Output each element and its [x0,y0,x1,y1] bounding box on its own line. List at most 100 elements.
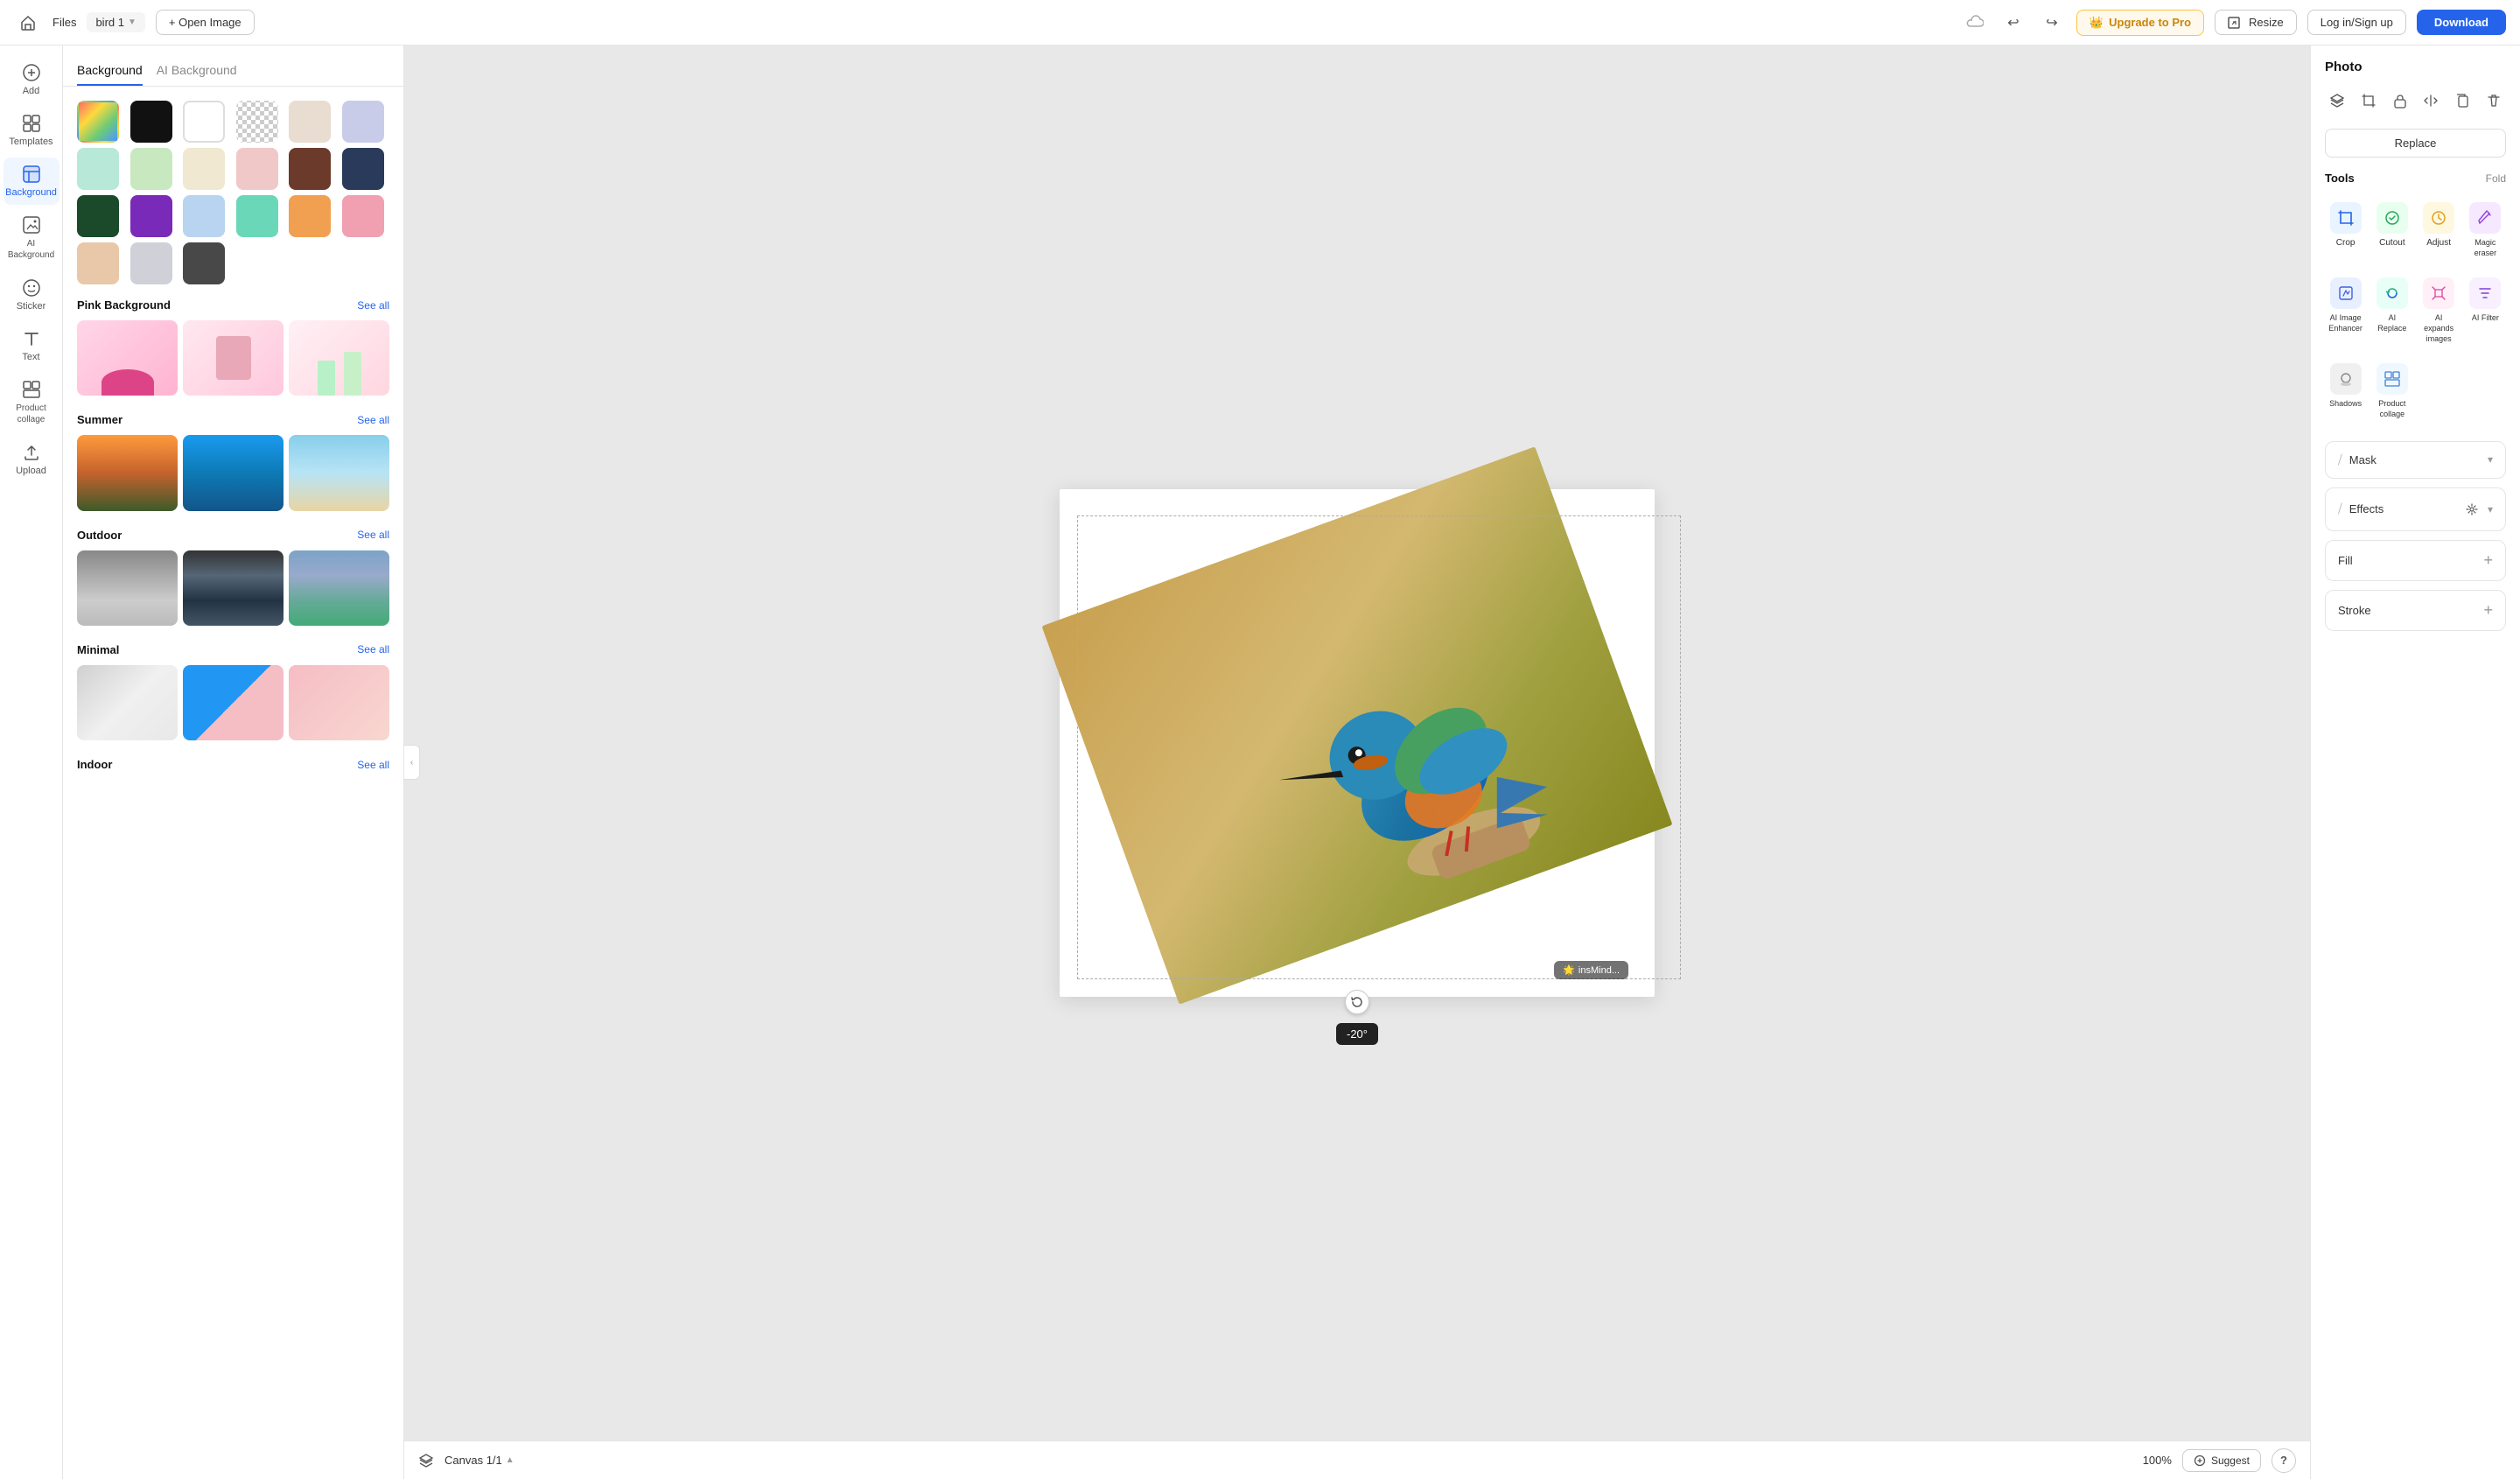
outdoor-bg-grid [77,550,389,626]
color-swatch-teal[interactable] [236,195,278,237]
see-all-minimal[interactable]: See all [357,643,389,655]
sidebar-item-background[interactable]: Background [4,158,60,205]
tab-ai-background[interactable]: AI Background [157,56,237,86]
see-all-outdoor[interactable]: See all [357,529,389,541]
summer-thumb-1[interactable] [77,435,178,510]
outdoor-thumb-3[interactable] [289,550,389,626]
color-swatch-beige[interactable] [289,101,331,143]
effects-accordion-header[interactable]: ⧸ Effects ▾ [2326,488,2505,530]
tool-ai-replace[interactable]: AI Replace [2371,270,2412,351]
suggest-button[interactable]: Suggest [2182,1449,2261,1472]
color-swatch-white[interactable] [183,101,225,143]
collapse-panel-button[interactable]: ‹ [404,745,420,780]
sidebar-item-ai-background[interactable]: AI Background [4,208,60,268]
canvas-image-wrapper[interactable] [1041,446,1672,1004]
color-swatch-navy[interactable] [342,148,384,190]
canvas-viewport[interactable]: 🌟 insMind... -20° [404,46,2310,1440]
sidebar-item-upload[interactable]: Upload [4,436,60,483]
undo-button[interactable]: ↩ [1999,9,2027,37]
color-swatch-mint[interactable] [77,148,119,190]
tool-ai-enhancer[interactable]: AI Image Enhancer [2325,270,2366,351]
sidebar-item-add[interactable]: Add [4,56,60,103]
color-swatch-dark-green[interactable] [77,195,119,237]
replace-button[interactable]: Replace [2325,129,2506,158]
canvas-name[interactable]: Canvas 1/1 ▲ [444,1454,514,1467]
tool-magic-eraser[interactable]: Magic eraser [2465,195,2506,265]
rotate-handle[interactable] [1345,990,1369,1014]
sidebar-item-text[interactable]: Text [4,322,60,369]
delete-icon[interactable] [2482,87,2506,115]
flip-icon[interactable] [2418,87,2443,115]
copy-icon[interactable] [2450,87,2474,115]
download-button[interactable]: Download [2417,10,2506,35]
color-swatch-purple[interactable] [130,195,172,237]
home-button[interactable] [14,9,42,37]
rotation-badge: -20° [1336,1023,1378,1045]
mask-accordion-header[interactable]: ⧸ Mask ▾ [2326,442,2505,478]
tool-shadows[interactable]: Shadows [2325,356,2366,426]
color-swatch-gradient[interactable] [77,101,119,143]
layers-button[interactable] [418,1453,434,1468]
color-swatch-black[interactable] [130,101,172,143]
help-button[interactable]: ? [2272,1448,2296,1473]
upgrade-button[interactable]: 👑 Upgrade to Pro [2076,10,2204,36]
color-swatch-peach[interactable] [77,242,119,284]
pink-thumb-2[interactable] [183,320,284,396]
see-all-summer[interactable]: See all [357,414,389,426]
tool-adjust[interactable]: Adjust [2418,195,2460,265]
fold-button[interactable]: Fold [2486,172,2506,185]
sidebar-item-product-collage[interactable]: Product collage [4,373,60,432]
crop-icon-header[interactable] [2356,87,2381,115]
color-swatch-pink[interactable] [342,195,384,237]
open-image-button[interactable]: + Open Image [156,10,255,35]
see-all-indoor[interactable]: See all [357,759,389,771]
section-title-pink: Pink Background [77,298,171,312]
color-swatch-orange[interactable] [289,195,331,237]
sidebar-item-sticker[interactable]: Sticker [4,271,60,319]
minimal-thumb-3[interactable] [289,665,389,740]
zoom-level: 100% [2143,1454,2172,1467]
resize-button[interactable]: Resize [2215,10,2297,35]
outdoor-thumb-2[interactable] [183,550,284,626]
color-swatch-brown[interactable] [289,148,331,190]
color-swatch-transparent[interactable] [236,101,278,143]
pink-thumb-1[interactable] [77,320,178,396]
tool-crop[interactable]: Crop [2325,195,2366,265]
pink-thumb-3[interactable] [289,320,389,396]
tool-product-collage[interactable]: Product collage [2371,356,2412,426]
color-swatch-light-blue[interactable] [183,195,225,237]
files-label[interactable]: Files [52,16,76,29]
redo-button[interactable]: ↪ [2038,9,2066,37]
effects-settings-icon[interactable] [2461,499,2482,520]
see-all-pink[interactable]: See all [357,299,389,312]
tab-background[interactable]: Background [77,56,143,86]
right-panel: Photo [2310,46,2520,1479]
tool-cutout[interactable]: Cutout [2371,195,2412,265]
layers-icon[interactable] [2325,87,2349,115]
color-swatch-dark-gray[interactable] [183,242,225,284]
tool-ai-filter[interactable]: AI Filter [2465,270,2506,351]
summer-thumb-3[interactable] [289,435,389,510]
section-header-summer: Summer See all [77,413,389,426]
section-title-outdoor: Outdoor [77,529,122,542]
color-swatch-light-pink[interactable] [236,148,278,190]
filename-selector[interactable]: bird 1 ▼ [87,12,144,32]
fill-section[interactable]: Fill + [2325,540,2506,581]
stroke-add-icon: + [2483,601,2493,620]
color-swatch-lavender[interactable] [342,101,384,143]
summer-thumb-2[interactable] [183,435,284,510]
minimal-thumb-2[interactable] [183,665,284,740]
login-button[interactable]: Log in/Sign up [2307,10,2406,35]
tool-ai-expand[interactable]: AI expands images [2418,270,2460,351]
lock-icon[interactable] [2388,87,2412,115]
color-swatch-cream[interactable] [183,148,225,190]
section-header-minimal: Minimal See all [77,643,389,656]
color-swatch-light-gray[interactable] [130,242,172,284]
minimal-thumb-1[interactable] [77,665,178,740]
stroke-section[interactable]: Stroke + [2325,590,2506,631]
color-swatch-light-green[interactable] [130,148,172,190]
section-title-minimal: Minimal [77,643,119,656]
cloud-save-button[interactable] [1961,9,1989,37]
sidebar-item-templates[interactable]: Templates [4,107,60,154]
outdoor-thumb-1[interactable] [77,550,178,626]
